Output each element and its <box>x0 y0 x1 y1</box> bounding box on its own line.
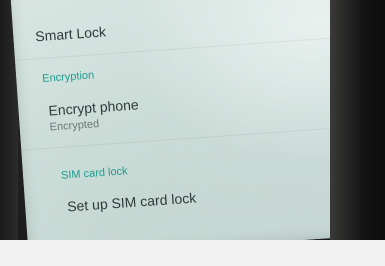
phone-frame <box>330 0 385 240</box>
encrypt-phone-item[interactable]: Encrypt phone <box>48 96 139 118</box>
sim-lock-item[interactable]: Set up SIM card lock <box>67 190 197 215</box>
encrypt-phone-status: Encrypted <box>49 118 100 134</box>
sim-lock-section-header: SIM card lock <box>60 165 128 182</box>
smart-lock-item[interactable]: Smart Lock <box>35 23 107 44</box>
phone-photo: Smart Lock Encryption Encrypt phone Encr… <box>0 0 385 240</box>
encryption-section-header: Encryption <box>41 69 95 85</box>
bottom-bar <box>0 240 385 266</box>
phone-screen: Smart Lock Encryption Encrypt phone Encr… <box>10 0 385 240</box>
